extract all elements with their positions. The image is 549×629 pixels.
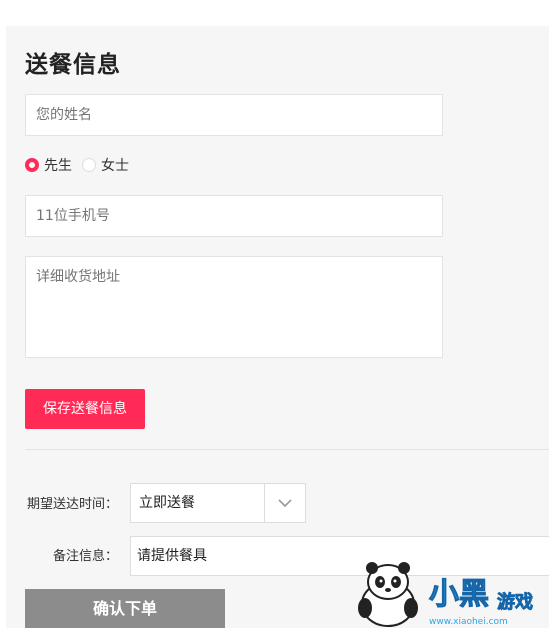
save-delivery-info-button[interactable]: 保存送餐信息	[25, 389, 145, 429]
chevron-down-icon	[278, 499, 292, 508]
gender-option-ms[interactable]: 女士	[82, 155, 129, 175]
svg-text:游戏: 游戏	[497, 591, 533, 613]
svg-text:小黑: 小黑	[429, 577, 489, 612]
delivery-time-label: 期望送达时间：	[27, 497, 119, 512]
watermark-logo: 小黑 游戏 www.xiaohei.com	[358, 562, 534, 628]
brand-wordmark: 小黑 游戏 www.xiaohei.com	[429, 577, 534, 628]
note-label: 备注信息：	[53, 549, 119, 564]
delivery-time-value: 立即送餐	[139, 495, 195, 511]
page-title: 送餐信息	[25, 52, 121, 78]
phone-input[interactable]	[25, 195, 443, 237]
confirm-order-button[interactable]: 确认下单	[25, 589, 225, 628]
dropdown-toggle[interactable]	[264, 484, 305, 522]
panda-mascot-icon	[358, 562, 418, 627]
radio-unselected-icon[interactable]	[82, 158, 96, 172]
radio-selected-icon[interactable]	[25, 158, 39, 172]
address-input[interactable]	[25, 256, 443, 358]
divider	[25, 449, 549, 450]
svg-text:www.xiaohei.com: www.xiaohei.com	[429, 617, 508, 627]
gender-option-mr[interactable]: 先生	[25, 155, 72, 175]
gender-radio-group: 先生 女士	[25, 155, 139, 175]
gender-label-ms: 女士	[101, 158, 129, 174]
gender-label-mr: 先生	[44, 158, 72, 174]
name-input[interactable]	[25, 94, 443, 136]
delivery-time-select[interactable]: 立即送餐	[130, 483, 306, 523]
